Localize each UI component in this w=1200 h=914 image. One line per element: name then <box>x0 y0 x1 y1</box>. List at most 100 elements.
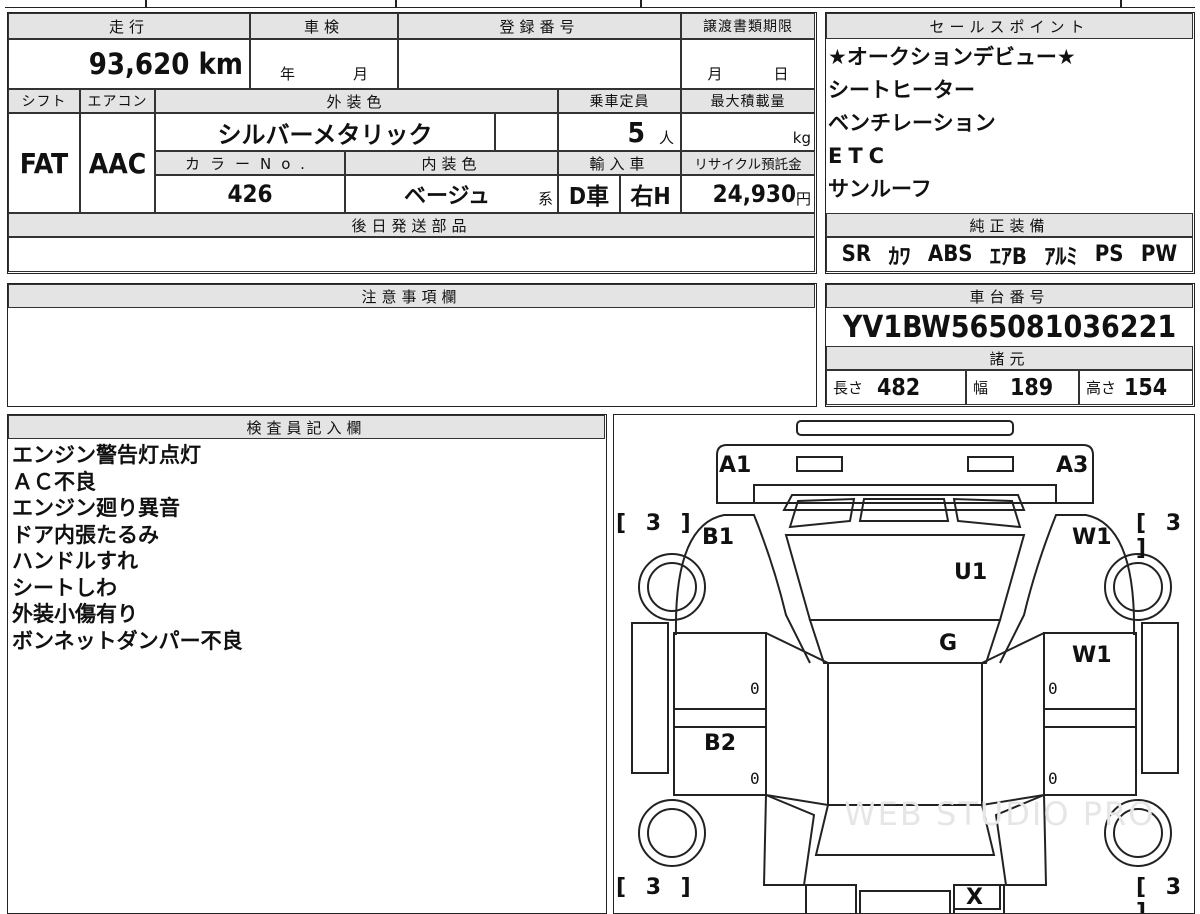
capacity-header: 乗車定員 <box>558 89 681 113</box>
interior-color-header: 内装色 <box>345 151 558 175</box>
inspector-note: ＡＣ不良 <box>12 469 96 494</box>
inspector-note: ドア内張たるみ <box>12 522 159 547</box>
registration-header: 登録番号 <box>398 13 681 39</box>
diagram-label-b2: B2 <box>704 731 737 756</box>
sales-point-item: ベンチレーション <box>828 111 996 135</box>
recycle-unit: 円 <box>795 190 811 208</box>
diagram-label-u1: U1 <box>954 560 988 585</box>
color-no-value: 426 <box>155 175 345 213</box>
shaken-year-label: 年 <box>279 65 295 83</box>
transfer-deadline-value: 月 日 <box>681 39 815 89</box>
max-load-value: kg <box>681 113 815 151</box>
ac-value: AAC <box>80 113 155 213</box>
inspector-note: ボンネットダンパー不良 <box>12 628 243 653</box>
car-diagram-panel: WEB STUDIO PRO A1 A3 B1 W1 U1 G W1 B2 X … <box>613 414 1195 914</box>
diagram-label-w1-top: W1 <box>1072 525 1112 550</box>
equipment-item: ｶﾜ <box>888 244 911 270</box>
diagram-label-x: X <box>966 885 983 910</box>
capacity-number: 5 <box>627 115 645 149</box>
equipment-item: ｱﾙﾐ <box>1044 244 1078 270</box>
interior-color-value: ベージュ 系 <box>345 175 558 213</box>
inspector-notes: エンジン警告灯点灯 ＡＣ不良 エンジン廻り異音 ドア内張たるみ ハンドルすれ シ… <box>12 442 592 654</box>
equipment-item: PW <box>1140 242 1178 267</box>
mileage-header: 走行 <box>8 13 250 39</box>
diagram-watermark: WEB STUDIO PRO <box>844 795 1155 833</box>
import-value: D車 <box>558 175 620 213</box>
transfer-deadline-header: 譲渡書類期限 <box>681 13 815 39</box>
equipment-item: ABS <box>927 242 973 267</box>
recycle-amount: 24,930 <box>712 180 796 208</box>
recycle-value: 24,930 円 <box>681 175 815 213</box>
ac-header: エアコン <box>80 89 155 113</box>
spec-length-label: 長さ <box>833 379 864 397</box>
spec-height-value: 154 <box>1124 374 1168 401</box>
inspector-note: エンジン廻り異音 <box>12 496 180 520</box>
spec-length: 長さ 482 <box>826 370 966 405</box>
inspector-note: ハンドルすれ <box>12 549 138 573</box>
chassis-number: YV1BW565081036221 <box>826 308 1193 346</box>
spec-height-label: 高さ <box>1086 379 1117 397</box>
shaken-month-label: 月 <box>352 65 368 83</box>
caution-header: 注意事項欄 <box>8 284 815 308</box>
panel-mark-left-front-door: 0 <box>750 679 760 698</box>
spec-header: 諸元 <box>826 346 1193 370</box>
shaken-date: 年 月 <box>250 39 398 89</box>
spec-width-value: 189 <box>1010 374 1054 401</box>
equipment-list: SR ｶﾜ ABS ｴｱB ｱﾙﾐ PS PW <box>826 237 1193 272</box>
inspector-header: 検査員記入欄 <box>8 415 605 439</box>
handle-position-value: 右H <box>620 175 681 213</box>
sales-points-header: セールスポイント <box>826 13 1193 39</box>
sales-point-item: ETC <box>828 144 891 168</box>
inspector-panel: 検査員記入欄 エンジン警告灯点灯 ＡＣ不良 エンジン廻り異音 ドア内張たるみ ハ… <box>7 414 607 914</box>
transfer-day-label: 日 <box>773 65 789 83</box>
equipment-item: ｴｱB <box>989 244 1028 270</box>
top-cutoff-dividers <box>1120 0 1122 7</box>
diagram-label-a3: A3 <box>1056 453 1089 478</box>
spec-width-label: 幅 <box>973 379 989 397</box>
spec-length-value: 482 <box>877 374 921 401</box>
shaken-header: 車検 <box>250 13 398 39</box>
diagram-label-a1: A1 <box>719 453 752 478</box>
chassis-header: 車台番号 <box>826 284 1193 308</box>
shift-value: FAT <box>8 113 80 213</box>
mileage-value: 93,620 km <box>8 39 250 89</box>
chassis-panel: 車台番号 YV1BW565081036221 諸元 長さ 482 幅 189 高… <box>825 283 1195 407</box>
equipment-header: 純正装備 <box>826 213 1193 237</box>
sales-point-item: ★オークションデビュー★ <box>828 45 1076 69</box>
top-cutoff-dividers <box>145 0 147 7</box>
inspector-note: 外装小傷有り <box>12 602 138 626</box>
inspector-note: エンジン警告灯点灯 <box>12 443 201 467</box>
max-load-header: 最大積載量 <box>681 89 815 113</box>
registration-value <box>398 39 681 89</box>
transfer-month-label: 月 <box>707 65 723 83</box>
tire-tread-rear-left: [ 3 ] <box>616 875 697 900</box>
later-parts-value <box>8 237 815 272</box>
spec-width: 幅 189 <box>966 370 1079 405</box>
diagram-label-w1-mid: W1 <box>1072 643 1112 668</box>
color-no-header: カラーNo. <box>155 151 345 175</box>
vehicle-info-table: 走行 車検 登録番号 譲渡書類期限 93,620 km 年 月 月 日 シフト … <box>7 12 817 274</box>
tire-tread-front-left: [ 3 ] <box>616 511 697 536</box>
inspector-note: シートしわ <box>12 575 117 600</box>
caution-panel: 注意事項欄 <box>7 283 817 407</box>
sales-point-item: サンルーフ <box>828 177 932 201</box>
interior-color-suffix: 系 <box>537 190 553 208</box>
panel-mark-left-rear-door: 0 <box>750 769 760 788</box>
panel-mark-right-front-door: 0 <box>1048 679 1058 698</box>
tire-tread-front-right: [ 3 ] <box>1136 511 1188 561</box>
spec-height: 高さ 154 <box>1079 370 1193 405</box>
sales-point-item: シートヒーター <box>828 78 975 102</box>
diagram-label-b1: B1 <box>702 525 735 550</box>
top-cutoff-strip <box>5 0 1195 8</box>
diagram-label-g: G <box>939 631 958 656</box>
later-parts-header: 後日発送部品 <box>8 213 815 237</box>
tire-tread-rear-right: [ 3 ] <box>1136 875 1188 914</box>
sales-points-list: ★オークションデビュー★ シートヒーター ベンチレーション ETC サンルーフ <box>828 41 1188 206</box>
shift-header: シフト <box>8 89 80 113</box>
import-header: 輸入車 <box>558 151 681 175</box>
sales-points-panel: セールスポイント ★オークションデビュー★ シートヒーター ベンチレーション E… <box>825 12 1195 274</box>
top-cutoff-dividers <box>640 0 642 7</box>
capacity-unit: 人 <box>658 129 674 147</box>
equipment-item: PS <box>1094 242 1124 267</box>
panel-mark-right-rear-door: 0 <box>1048 769 1058 788</box>
